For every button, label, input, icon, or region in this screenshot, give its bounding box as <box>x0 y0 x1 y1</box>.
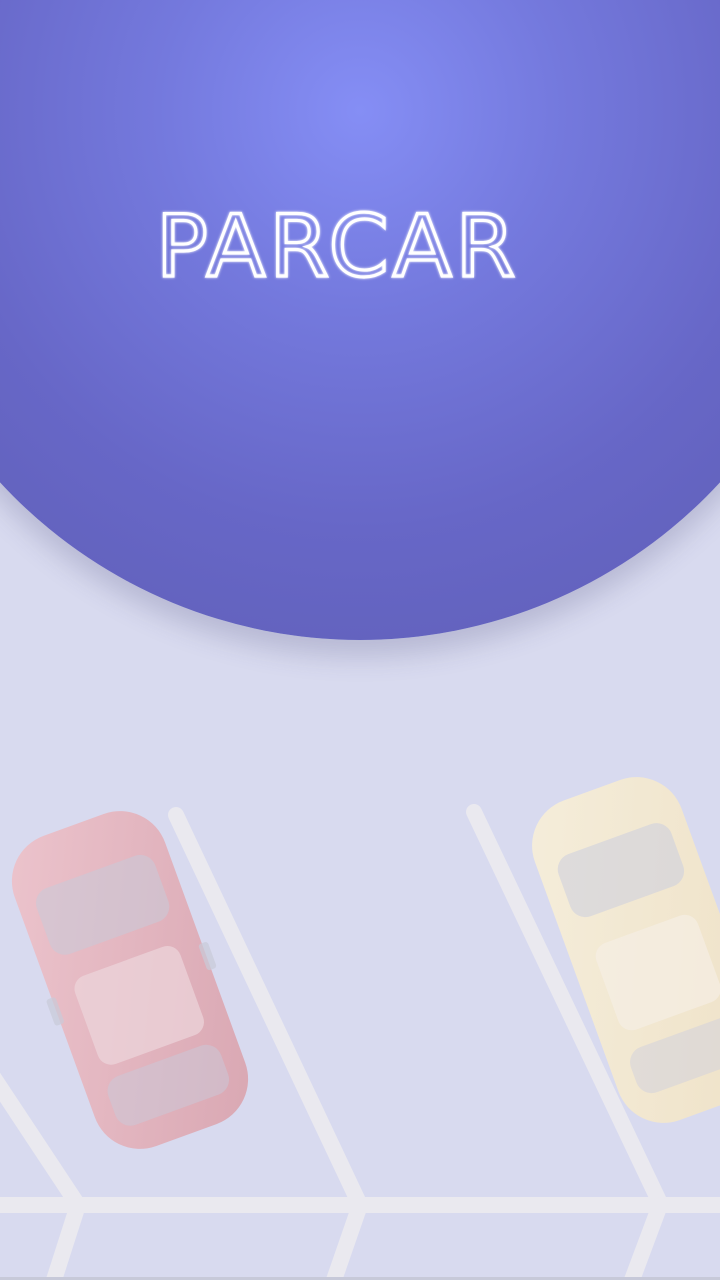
app-title: PARCAR <box>156 198 519 294</box>
hero-circle <box>0 0 720 640</box>
app-logo: PARCAR <box>154 198 519 294</box>
splash-screen: PARCAR <box>0 0 720 1280</box>
